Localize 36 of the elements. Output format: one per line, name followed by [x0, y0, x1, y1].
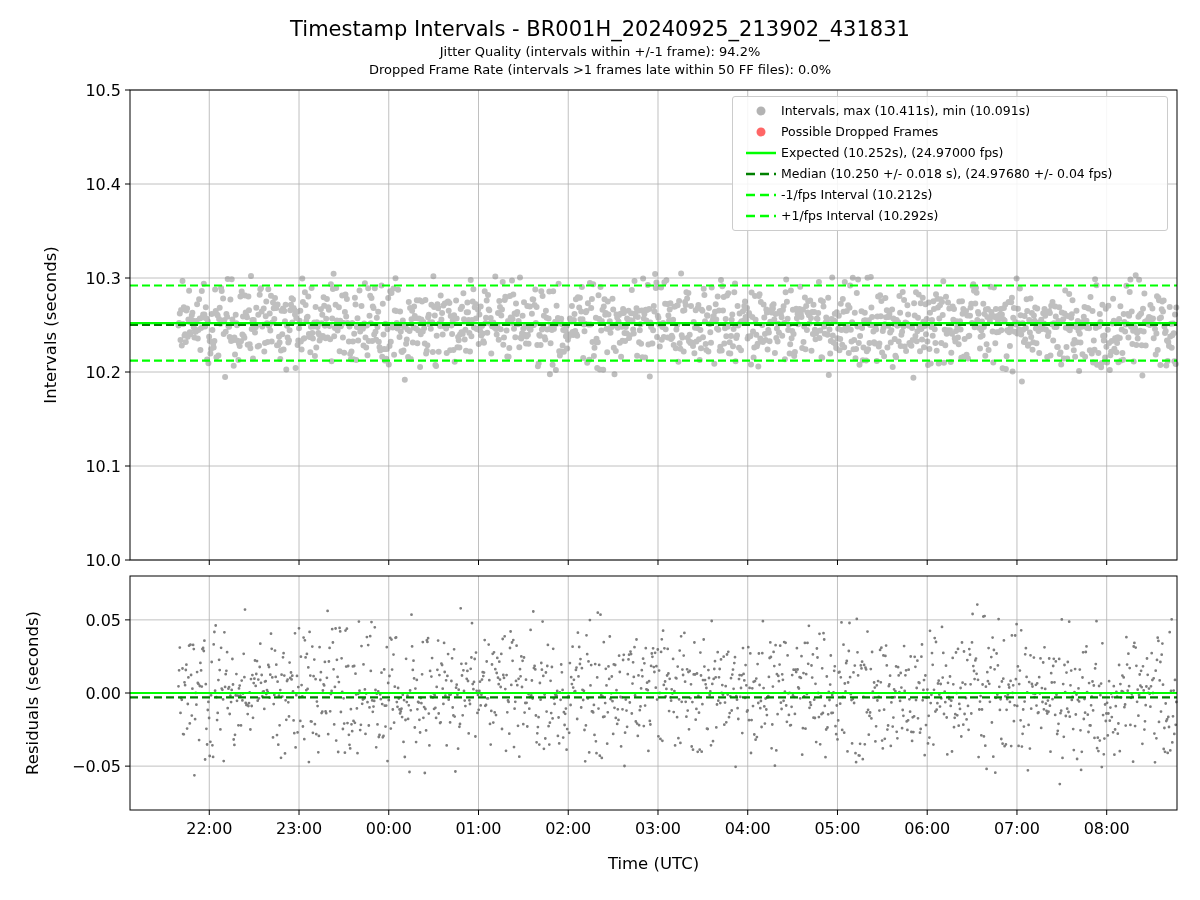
x-tick-label: 04:00: [724, 819, 771, 838]
x-tick-label: 05:00: [814, 819, 861, 838]
x-tick-label: 22:00: [186, 819, 233, 838]
legend-dashed-line-icon: [745, 192, 777, 197]
y-tick-label: 10.4: [85, 175, 121, 194]
x-tick-label: 07:00: [993, 819, 1040, 838]
y-axis-label: Intervals (seconds): [41, 246, 60, 404]
y-tick-label: 10.2: [85, 363, 121, 382]
x-axis-label: Time (UTC): [607, 854, 700, 873]
y-tick-label: 10.5: [85, 81, 121, 100]
y-tick-label: 0.00: [85, 684, 121, 703]
legend-label: Intervals, max (10.411s), min (10.091s): [781, 103, 1031, 118]
chart-subtitle: Dropped Frame Rate (intervals >1 frames late within 50 FF files): 0.0%: [368, 61, 832, 79]
legend-label: Expected (10.252s), (24.97000 fps): [781, 145, 1004, 160]
legend-label: +1/fps Interval (10.292s): [781, 208, 939, 223]
x-tick-label: 23:00: [275, 819, 323, 838]
x-tick-label: 02:00: [545, 819, 592, 838]
y-tick-label: 10.1: [85, 457, 121, 476]
legend-line-icon: [745, 150, 777, 155]
y-tick-label: 0.05: [85, 610, 121, 630]
x-tick-label: 03:00: [634, 819, 682, 838]
y-axis-label: Residuals (seconds): [23, 611, 42, 775]
chart-title: Timestamp Intervals - BR001H_20240925_213902_431831: [290, 16, 910, 43]
legend-label: -1/fps Interval (10.212s): [781, 187, 933, 202]
y-tick-label: 10.0: [85, 551, 121, 568]
x-tick-label: 01:00: [455, 819, 502, 838]
chart-subtitle: Jitter Quality (intervals within +/-1 frame): 94.2%: [439, 43, 761, 61]
x-tick-label: 08:00: [1083, 819, 1130, 838]
x-tick-label: 00:00: [365, 819, 412, 838]
y-tick-label: −0.05: [71, 757, 121, 777]
x-tick-label: 06:00: [904, 819, 951, 838]
y-tick-label: 10.3: [85, 269, 121, 288]
legend-label: Median (10.250 +/- 0.018 s), (24.97680 +/- 0.04 fps): [781, 166, 1113, 181]
legend-label: Possible Dropped Frames: [781, 124, 939, 139]
legend-dashed-line-icon: [745, 171, 777, 176]
legend-dashed-line-icon: [745, 213, 777, 218]
